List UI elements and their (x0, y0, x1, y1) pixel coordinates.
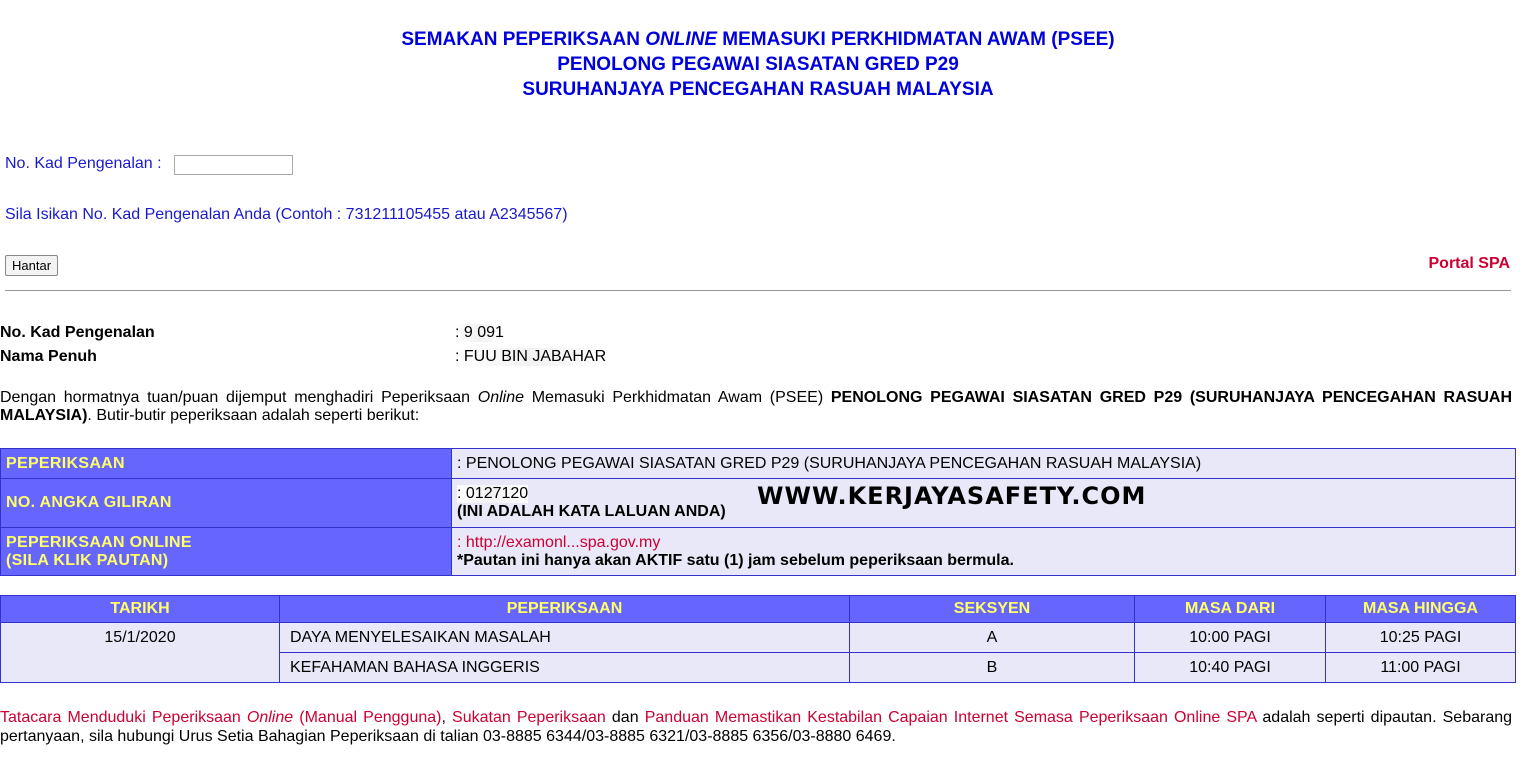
exam-info-table: PEPERIKSAAN : PENOLONG PEGAWAI SIASATAN … (0, 448, 1516, 576)
id-label: No. Kad Pengenalan : (5, 155, 162, 172)
id-number-input[interactable] (174, 155, 293, 175)
internet-guide-link[interactable]: Panduan Memastikan Kestabilan Capaian In… (645, 709, 1257, 726)
online-exam-link[interactable]: : http://examonl...spa.gov.my (457, 534, 660, 551)
online-exam-cell: : http://examonl...spa.gov.my *Pautan in… (451, 527, 1516, 576)
exam-time-from: 10:00 PAGI (1134, 622, 1326, 653)
submit-button[interactable]: Hantar (5, 255, 59, 276)
page-header: SEMAKAN PEPERIKSAAN ONLINE MEMASUKI PERK… (0, 27, 1516, 102)
id-search-row: No. Kad Pengenalan : (5, 155, 293, 175)
exam-paper-name: KEFAHAMAN BAHASA INGGERIS (279, 652, 850, 683)
exam-name-label: PEPERIKSAAN (0, 448, 452, 479)
watermark-text: WWW.KERJAYASAFETY.COM (757, 482, 1147, 510)
divider (5, 290, 1511, 291)
candidate-ic-label: No. Kad Pengenalan (0, 324, 155, 341)
schedule-header-row: TARIKH PEPERIKSAAN SEKSYEN MASA DARI MAS… (0, 595, 1516, 623)
col-header-section: SEKSYEN (849, 595, 1135, 623)
invitation-text: Dengan hormatnya tuan/puan dijemput meng… (0, 389, 1512, 424)
exam-date: 15/1/2020 (0, 622, 280, 683)
col-header-exam: PEPERIKSAAN (279, 595, 850, 623)
exam-time-to: 10:25 PAGI (1325, 622, 1516, 653)
exam-name-row: PEPERIKSAAN : PENOLONG PEGAWAI SIASATAN … (0, 448, 1516, 479)
portal-spa-link[interactable]: Portal SPA (1429, 255, 1511, 273)
id-hint-text: Sila Isikan No. Kad Pengenalan Anda (Con… (5, 206, 568, 223)
exam-time-from: 10:40 PAGI (1134, 652, 1326, 683)
footer-text: Tatacara Menduduki Peperiksaan Online (M… (0, 709, 1513, 745)
online-exam-note: *Pautan ini hanya akan AKTIF satu (1) ja… (457, 551, 1014, 569)
seat-number-value: : 0127120 (457, 485, 529, 503)
exam-schedule-table: TARIKH PEPERIKSAAN SEKSYEN MASA DARI MAS… (0, 595, 1516, 683)
exam-time-to: 11:00 PAGI (1325, 652, 1516, 683)
candidate-ic-row: No. Kad Pengenalan : 9 091 (0, 324, 504, 342)
online-exam-label: PEPERIKSAAN ONLINE (SILA KLIK PAUTAN) (0, 527, 452, 576)
candidate-name-label: Nama Penuh (0, 348, 97, 365)
candidate-name-row: Nama Penuh : FUU BIN JABAHAR (0, 348, 607, 366)
exam-name-value: : PENOLONG PEGAWAI SIASATAN GRED P29 (SU… (451, 448, 1516, 479)
col-header-from: MASA DARI (1134, 595, 1326, 623)
online-exam-row: PEPERIKSAAN ONLINE (SILA KLIK PAUTAN) : … (0, 527, 1516, 576)
exam-section: A (849, 622, 1135, 653)
header-line-1: SEMAKAN PEPERIKSAAN ONLINE MEMASUKI PERK… (401, 29, 1115, 50)
header-line-2: PENOLONG PEGAWAI SIASATAN GRED P29 (557, 54, 959, 75)
user-manual-link[interactable]: Tatacara Menduduki Peperiksaan Online (M… (0, 709, 441, 726)
col-header-date: TARIKH (0, 595, 280, 623)
exam-paper-name: DAYA MENYELESAIKAN MASALAH (279, 622, 850, 653)
table-row: 15/1/2020 DAYA MENYELESAIKAN MASALAH A 1… (0, 622, 1516, 683)
candidate-ic-value: : 9 091 (455, 324, 504, 342)
candidate-name-value: : FUU BIN JABAHAR (455, 348, 607, 366)
col-header-to: MASA HINGGA (1325, 595, 1516, 623)
exam-section: B (849, 652, 1135, 683)
syllabus-link[interactable]: Sukatan Peperiksaan (452, 709, 606, 726)
seat-number-label: NO. ANGKA GILIRAN (0, 478, 452, 528)
header-line-3: SURUHANJAYA PENCEGAHAN RASUAH MALAYSIA (522, 79, 994, 100)
